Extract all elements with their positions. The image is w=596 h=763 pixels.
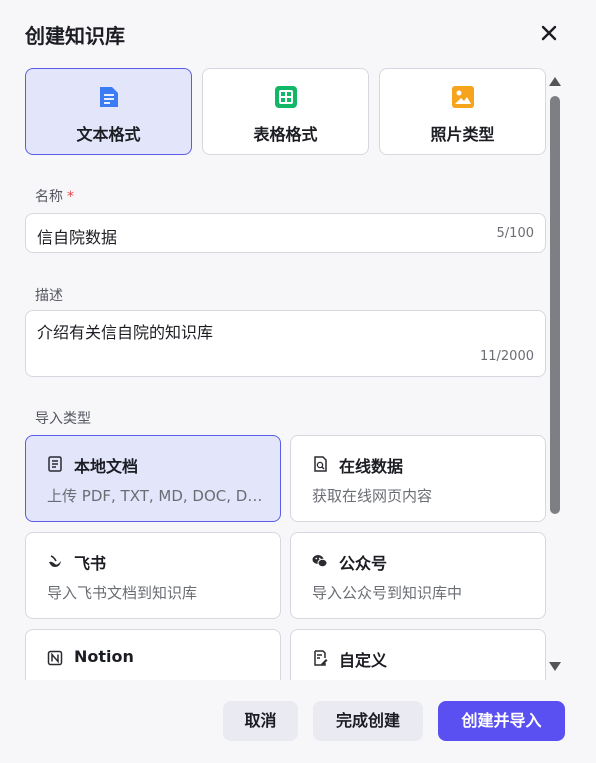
name-label-text: 名称: [35, 189, 63, 205]
finish-create-button[interactable]: 完成创建: [313, 701, 423, 741]
description-char-counter: 11/2000: [479, 349, 534, 364]
import-type-feishu[interactable]: 飞书 导入飞书文档到知识库: [25, 532, 281, 619]
import-type-title: 在线数据: [339, 457, 404, 476]
import-type-online-data[interactable]: 在线数据 获取在线网页内容: [290, 435, 546, 522]
document-icon: [48, 456, 62, 472]
format-option-table[interactable]: 表格格式: [202, 68, 369, 155]
import-type-wechat-official[interactable]: 公众号 导入公众号到知识库中: [290, 532, 546, 619]
description-value: 介绍有关信自院的知识库: [37, 323, 214, 342]
import-type-label: 导入类型: [35, 411, 91, 427]
table-icon: [275, 86, 297, 108]
import-type-custom[interactable]: 自定义: [290, 629, 546, 680]
cancel-button[interactable]: 取消: [223, 701, 298, 741]
format-label: 照片类型: [430, 125, 495, 144]
import-type-notion[interactable]: Notion: [25, 629, 281, 680]
feishu-icon: [49, 555, 61, 567]
name-input-value: 信自院数据: [37, 228, 118, 247]
notion-icon: [47, 650, 63, 666]
import-type-title: 自定义: [339, 651, 388, 670]
import-type-title: Notion: [74, 647, 134, 666]
image-icon: [452, 86, 474, 108]
required-mark: *: [67, 189, 74, 205]
format-label: 文本格式: [76, 125, 141, 144]
name-field-label: 名称 *: [35, 186, 74, 206]
format-option-text[interactable]: 文本格式: [25, 68, 192, 155]
text-doc-icon: [100, 87, 118, 107]
dialog-scroll-area[interactable]: 文本格式 表格格式 照片类型 名称 * 信自院数据 5/100 描述 介绍有关信…: [0, 60, 596, 680]
import-type-description: 获取在线网页内容: [312, 487, 433, 505]
import-type-description: 上传 PDF, TXT, MD, DOC, DOCX 格式的本地文件: [47, 487, 269, 505]
create-and-import-button[interactable]: 创建并导入: [438, 701, 565, 741]
name-input[interactable]: 信自院数据 5/100: [25, 213, 546, 253]
name-char-counter: 5/100: [496, 226, 534, 241]
wechat-icon: [312, 555, 328, 568]
scroll-down-arrow-icon[interactable]: [549, 662, 561, 671]
import-type-title: 飞书: [74, 554, 107, 573]
description-textarea[interactable]: 介绍有关信自院的知识库 11/2000: [25, 310, 546, 377]
custom-edit-icon: [314, 650, 328, 666]
close-icon[interactable]: [538, 22, 560, 44]
import-type-description: 导入公众号到知识库中: [312, 584, 463, 602]
dialog-title: 创建知识库: [25, 24, 125, 48]
import-type-title: 公众号: [339, 554, 388, 573]
format-label: 表格格式: [253, 125, 318, 144]
import-type-local-document[interactable]: 本地文档 上传 PDF, TXT, MD, DOC, DOCX 格式的本地文件: [25, 435, 281, 522]
format-option-image[interactable]: 照片类型: [379, 68, 546, 155]
import-type-description: 导入飞书文档到知识库: [47, 584, 198, 602]
scrollbar-thumb[interactable]: [550, 96, 560, 514]
web-page-icon: [314, 456, 327, 472]
create-knowledge-base-dialog: 创建知识库 文本格式 表格格式 照片类型 名称 * 信自院数据 5/100 描述…: [0, 0, 596, 763]
description-field-label: 描述: [35, 288, 63, 304]
import-type-title: 本地文档: [74, 457, 139, 476]
scroll-up-arrow-icon[interactable]: [549, 77, 561, 86]
